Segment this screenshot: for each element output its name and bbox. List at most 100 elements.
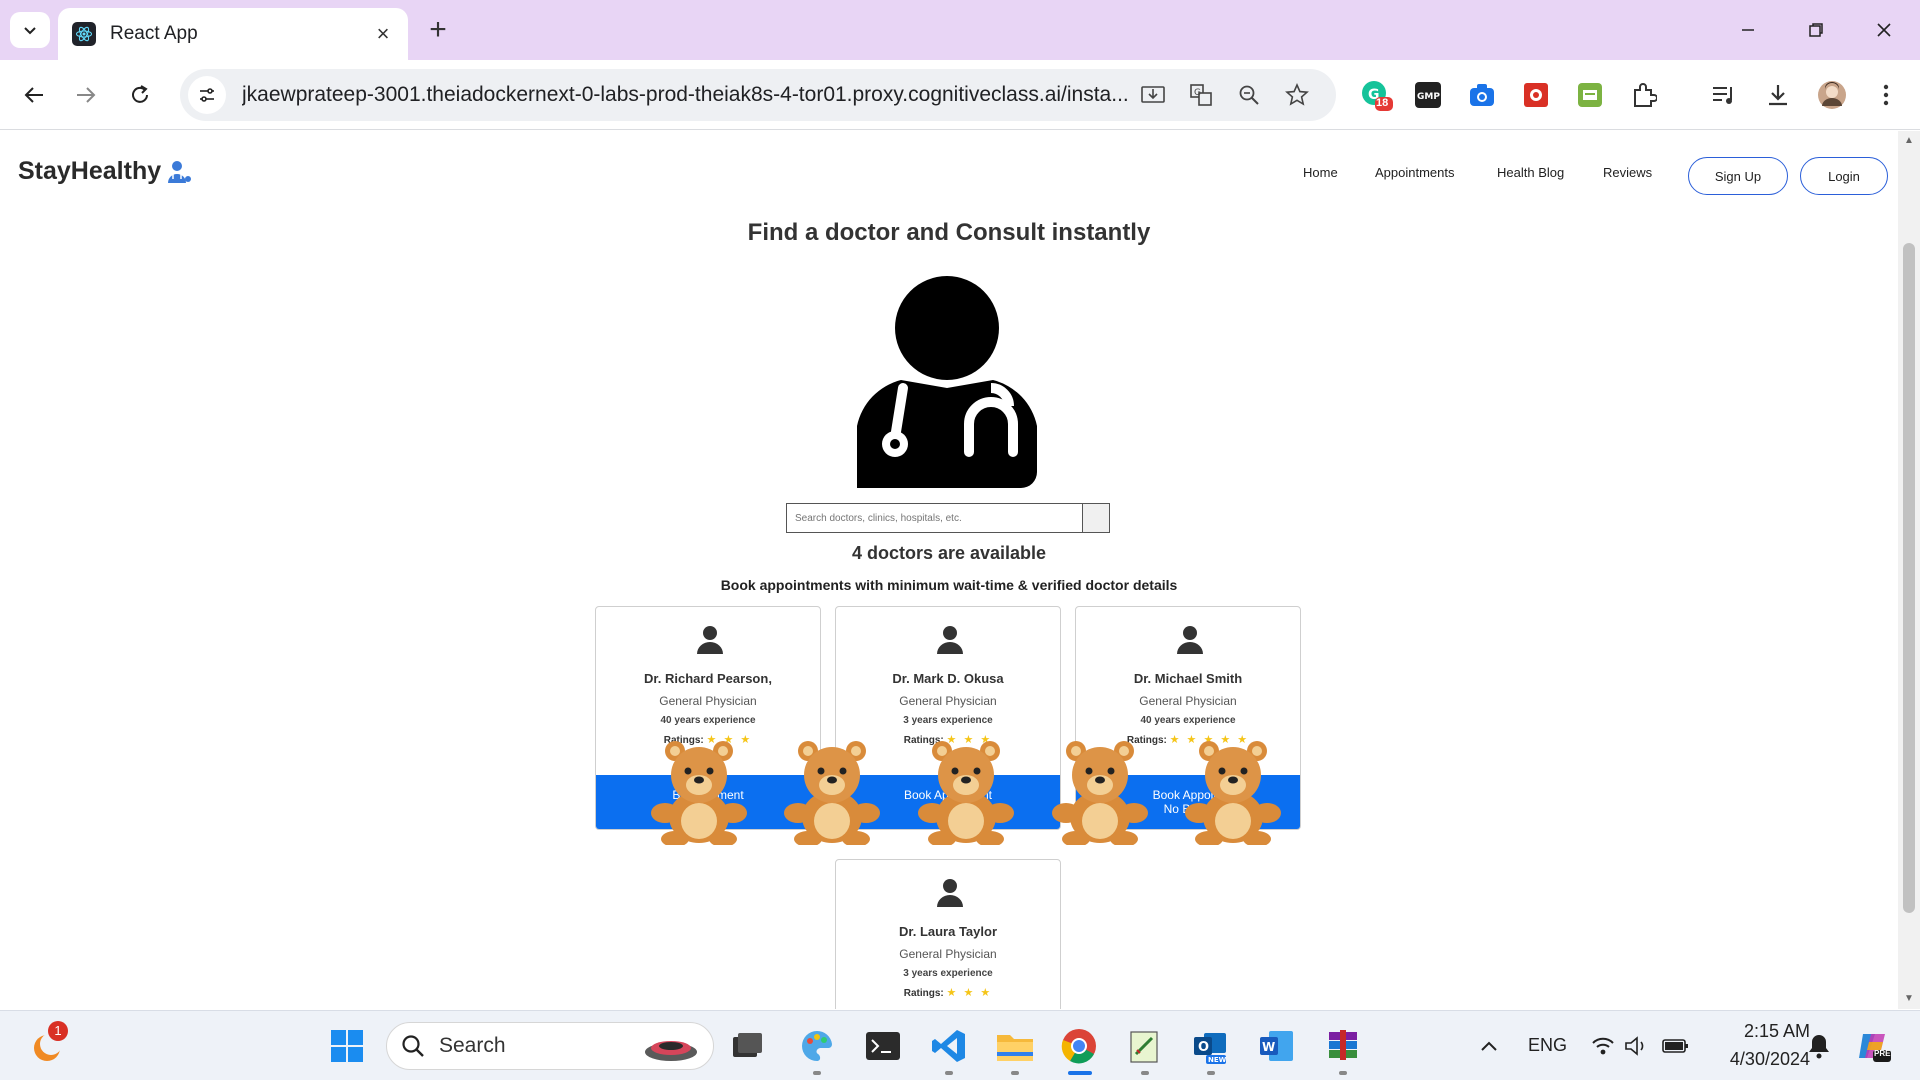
app-running-indicator xyxy=(1141,1071,1149,1075)
file-explorer-icon[interactable] xyxy=(994,1025,1036,1067)
nav-reviews[interactable]: Reviews xyxy=(1603,165,1652,180)
url-text[interactable]: jkaewprateep-3001.theiadockernext-0-labs… xyxy=(242,83,1132,107)
available-count: 4 doctors are available xyxy=(851,543,1047,563)
tab-search-button[interactable] xyxy=(10,12,50,48)
word-app-icon[interactable]: W xyxy=(1256,1025,1298,1067)
scroll-up-icon[interactable]: ▲ xyxy=(1903,135,1915,147)
teddy-bear-icon xyxy=(784,741,880,845)
site-info-icon[interactable] xyxy=(188,76,226,114)
extension-red-icon[interactable] xyxy=(1518,77,1554,113)
nav-health-blog[interactable]: Health Blog xyxy=(1497,165,1564,180)
nav-appointments[interactable]: Appointments xyxy=(1375,165,1455,180)
restore-button[interactable] xyxy=(1796,12,1836,48)
profile-avatar[interactable] xyxy=(1814,77,1850,113)
svg-text:NEW: NEW xyxy=(1208,1056,1227,1064)
arrow-right-icon xyxy=(77,87,96,103)
scroll-down-icon[interactable]: ▼ xyxy=(1903,993,1915,1005)
copilot-badge: PRE xyxy=(1874,1049,1891,1058)
notification-badge: 1 xyxy=(48,1021,68,1041)
app-running-indicator xyxy=(945,1071,953,1075)
zoom-icon[interactable] xyxy=(1234,80,1264,110)
active-tab[interactable]: React App × xyxy=(58,8,408,60)
chevron-down-icon xyxy=(24,27,36,35)
page-viewport: StayHealthy Home Appointments Health Blo… xyxy=(0,131,1898,1009)
extension-screenshot-icon[interactable] xyxy=(1464,77,1500,113)
doctor-experience: 3 years experience xyxy=(903,968,993,979)
clock-date[interactable]: 4/30/2024 xyxy=(1700,1049,1810,1070)
media-controls-icon[interactable] xyxy=(1706,77,1742,113)
doctor-name: Dr. Mark D. Okusa xyxy=(892,671,1004,686)
download-icon[interactable] xyxy=(1760,77,1796,113)
reload-button[interactable] xyxy=(120,75,160,115)
new-tab-button[interactable]: + xyxy=(420,13,456,46)
clock-time[interactable]: 2:15 AM xyxy=(1700,1021,1810,1042)
bookmark-star-icon[interactable] xyxy=(1282,80,1312,110)
teddy-bear-icon xyxy=(651,741,747,845)
back-button[interactable] xyxy=(14,75,54,115)
minimize-icon xyxy=(1742,29,1754,31)
translate-icon[interactable]: G xyxy=(1186,80,1216,110)
available-subtitle: Book appointments with minimum wait-time… xyxy=(720,577,1178,593)
app-running-indicator xyxy=(1207,1071,1215,1075)
scroll-thumb[interactable] xyxy=(1903,243,1915,913)
person-icon xyxy=(937,626,963,654)
site-logo[interactable]: StayHealthy xyxy=(18,157,193,186)
doctor-name: Dr. Richard Pearson, xyxy=(644,671,772,686)
nav-home[interactable]: Home xyxy=(1303,165,1338,180)
login-button[interactable]: Login xyxy=(1800,157,1888,195)
page-title: Find a doctor and Consult instantly xyxy=(747,219,1151,246)
install-app-icon[interactable] xyxy=(1138,80,1168,110)
doctor-rating: Ratings: ★ ★ ★ xyxy=(836,986,1060,999)
doctor-experience: 40 years experience xyxy=(1140,715,1236,726)
site-logo-text: StayHealthy xyxy=(18,157,162,185)
volume-icon[interactable] xyxy=(1616,1025,1658,1067)
winrar-app-icon[interactable] xyxy=(1322,1025,1364,1067)
copilot-icon[interactable]: PRE xyxy=(1852,1025,1894,1067)
forward-button[interactable] xyxy=(66,75,106,115)
person-icon xyxy=(937,879,963,907)
weather-widget-icon[interactable]: 1 xyxy=(26,1021,68,1067)
signup-button[interactable]: Sign Up xyxy=(1688,157,1788,195)
search-input[interactable] xyxy=(786,503,1082,533)
browser-menu-icon[interactable] xyxy=(1868,77,1904,113)
doctor-stethoscope-icon xyxy=(857,276,1037,488)
windows-taskbar: 1 Search O NEW W ENG 2:15 AM 4/30/2024 P… xyxy=(0,1010,1920,1080)
doctor-card: Dr. Laura Taylor General Physician 3 yea… xyxy=(835,859,1061,1009)
battery-icon[interactable] xyxy=(1654,1025,1696,1067)
restore-icon xyxy=(1809,23,1823,37)
minimize-button[interactable] xyxy=(1728,12,1768,48)
doctor-logo-icon xyxy=(168,160,192,183)
teddy-bear-icon xyxy=(1185,741,1281,845)
browser-toolbar: jkaewprateep-3001.theiadockernext-0-labs… xyxy=(0,60,1920,130)
tab-close-icon[interactable]: × xyxy=(372,21,394,46)
search-button[interactable] xyxy=(1082,503,1110,533)
chrome-app-icon[interactable] xyxy=(1058,1025,1100,1067)
teddy-bear-icon xyxy=(918,741,1014,845)
doctor-specialty: General Physician xyxy=(659,694,757,708)
doctor-name: Dr. Laura Taylor xyxy=(898,924,997,939)
app-running-indicator xyxy=(1011,1071,1019,1075)
show-hidden-icons-icon[interactable] xyxy=(1468,1025,1510,1067)
doctor-specialty: General Physician xyxy=(899,947,997,961)
paint-app-icon[interactable] xyxy=(796,1025,838,1067)
outlook-app-icon[interactable]: O NEW xyxy=(1190,1025,1232,1067)
taskbar-search[interactable]: Search xyxy=(386,1022,714,1070)
svg-text:GMP: GMP xyxy=(1417,92,1440,102)
input-language[interactable]: ENG xyxy=(1528,1035,1567,1056)
person-icon xyxy=(1177,626,1203,654)
extensions-puzzle-icon[interactable] xyxy=(1626,77,1662,113)
extension-grammarly-icon[interactable]: G 18 xyxy=(1358,77,1394,113)
task-view-icon[interactable] xyxy=(726,1025,768,1067)
close-window-button[interactable] xyxy=(1864,12,1904,48)
app-running-indicator xyxy=(813,1071,821,1075)
extension-green-icon[interactable] xyxy=(1572,77,1608,113)
windows-start-icon[interactable] xyxy=(326,1025,368,1067)
page-scrollbar[interactable]: ▲ ▼ xyxy=(1898,131,1920,1009)
extension-gmp-icon[interactable]: GMP xyxy=(1410,77,1446,113)
vscode-app-icon[interactable] xyxy=(928,1025,970,1067)
notepad-app-icon[interactable] xyxy=(1124,1025,1166,1067)
address-bar[interactable]: jkaewprateep-3001.theiadockernext-0-labs… xyxy=(180,69,1336,121)
terminal-app-icon[interactable] xyxy=(862,1025,904,1067)
svg-text:W: W xyxy=(1262,1040,1275,1054)
notifications-icon[interactable] xyxy=(1798,1025,1840,1067)
